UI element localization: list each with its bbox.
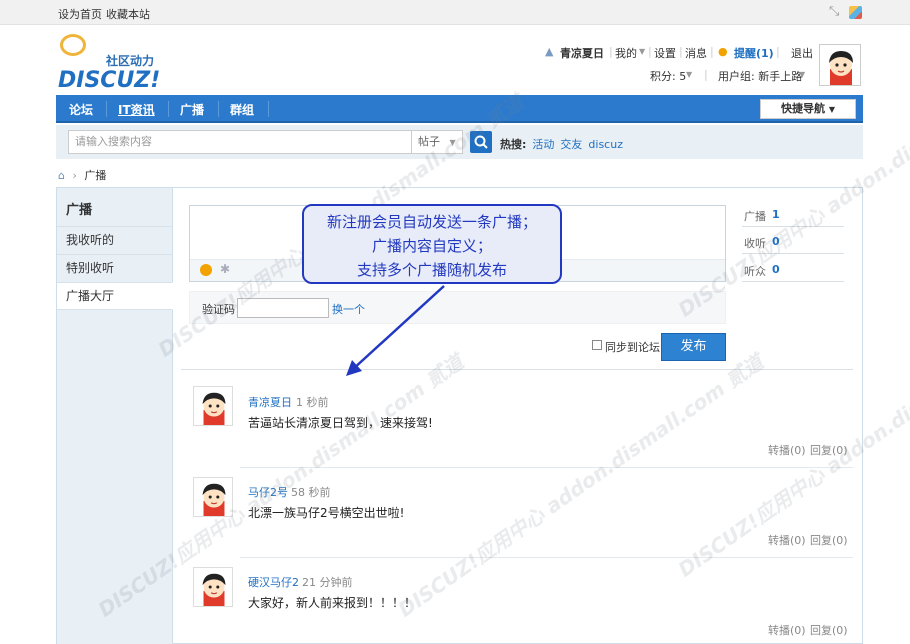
annotation-arrow xyxy=(346,285,445,376)
